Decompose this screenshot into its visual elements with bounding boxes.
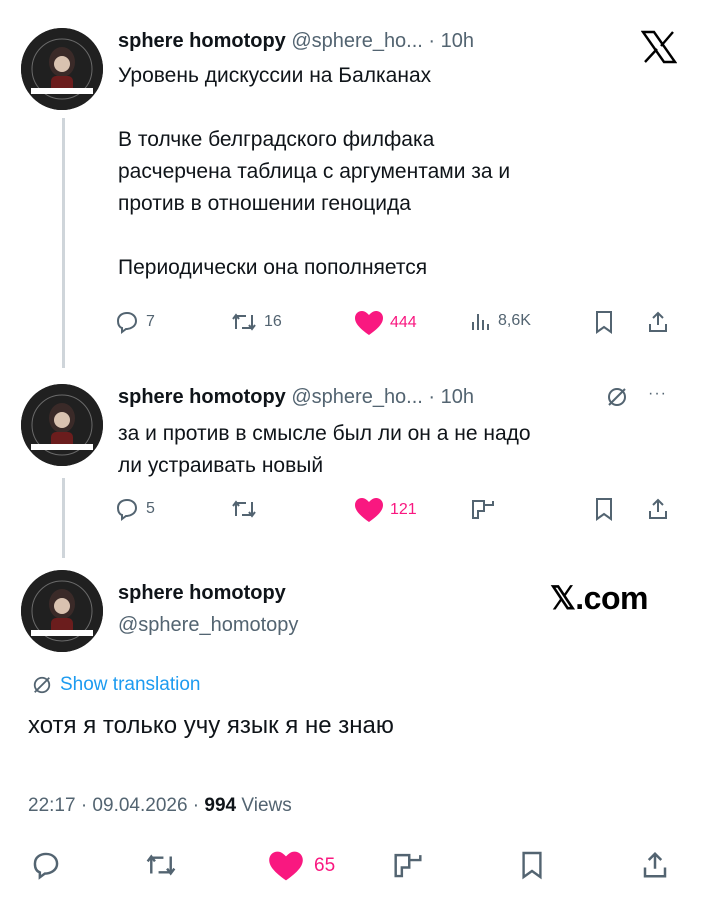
reply-icon xyxy=(116,498,138,521)
text-line: против в отношении геноцида xyxy=(118,192,411,215)
tweet-header: sphere homotopy @sphere_ho... · 10h xyxy=(118,386,474,409)
tweet-handle-line: @sphere_homotopy xyxy=(118,614,298,637)
reply-icon xyxy=(116,311,138,334)
bookmark-icon xyxy=(596,498,612,521)
bookmark-icon xyxy=(522,851,542,880)
tweet-actions: 7 16 444 8,6K xyxy=(114,310,684,340)
share-icon xyxy=(649,311,667,332)
text-line: Периодически она пополняется xyxy=(118,256,428,279)
repost-button[interactable]: 16 xyxy=(230,310,282,334)
share-icon xyxy=(649,498,667,519)
repost-button[interactable] xyxy=(230,497,258,521)
thread-line xyxy=(62,478,65,558)
tweet-text: Уровень дискуссии на Балканах В толчке б… xyxy=(118,60,510,284)
views-icon xyxy=(472,314,489,330)
reply-count: 5 xyxy=(146,500,155,517)
like-icon xyxy=(269,851,303,881)
repost-icon xyxy=(146,854,176,876)
text-line: В толчке белградского филфака xyxy=(118,128,435,151)
like-count: 65 xyxy=(314,855,336,876)
like-icon xyxy=(355,311,383,335)
grok-button[interactable] xyxy=(470,497,496,521)
reply-button[interactable] xyxy=(30,850,62,880)
reply-button[interactable]: 7 xyxy=(114,310,155,334)
repost-icon xyxy=(232,313,256,331)
views-label: Views xyxy=(236,795,292,816)
grok-icon xyxy=(394,853,422,878)
thread-line xyxy=(62,118,65,368)
reply-button[interactable]: 5 xyxy=(114,497,155,521)
grok-button[interactable] xyxy=(392,850,424,880)
share-button[interactable] xyxy=(646,497,670,521)
display-name[interactable]: sphere homotopy xyxy=(118,30,286,52)
timestamp[interactable]: · 10h xyxy=(428,30,474,52)
like-count: 444 xyxy=(390,314,417,331)
timestamp[interactable]: · 10h xyxy=(428,386,474,408)
reply-count: 7 xyxy=(146,313,155,330)
grok-icon xyxy=(472,500,494,519)
views-count: 994 xyxy=(204,795,237,816)
show-translation-link[interactable]: Show translation xyxy=(32,674,200,696)
text-line: расчерчена таблица с аргументами за и xyxy=(118,160,511,183)
display-name[interactable]: sphere homotopy xyxy=(118,582,286,604)
like-button[interactable]: 121 xyxy=(354,497,417,523)
translate-icon xyxy=(33,676,51,694)
reply-icon xyxy=(33,852,59,880)
repost-icon xyxy=(232,500,256,518)
tweet-header: sphere homotopy xyxy=(118,582,286,605)
more-icon[interactable]: ··· xyxy=(648,385,667,403)
bookmark-icon xyxy=(596,311,612,334)
repost-button[interactable] xyxy=(144,850,178,880)
like-count: 121 xyxy=(390,501,417,518)
grok-icon[interactable] xyxy=(606,386,628,413)
bookmark-button[interactable] xyxy=(520,850,544,880)
like-button[interactable]: 65 xyxy=(268,850,335,882)
like-button[interactable]: 444 xyxy=(354,310,417,336)
views-count: 8,6K xyxy=(498,312,531,329)
share-button[interactable] xyxy=(640,850,670,880)
avatar[interactable] xyxy=(21,384,103,466)
handle[interactable]: @sphere_homotopy xyxy=(118,614,298,636)
avatar[interactable] xyxy=(21,570,103,652)
tweet-actions: 5 121 xyxy=(114,497,684,527)
tweet-meta: 22:17 · 09.04.2026 · 994 Views xyxy=(28,795,292,817)
text-line: ли устраивать новый xyxy=(118,454,324,477)
timestamp[interactable]: 22:17 · 09.04.2026 · xyxy=(28,795,204,816)
bookmark-button[interactable] xyxy=(594,497,614,521)
x-logo-icon[interactable] xyxy=(640,30,678,69)
share-button[interactable] xyxy=(646,310,670,334)
tweet-text: хотя я только учу язык я не знаю xyxy=(28,712,394,739)
translation-label: Show translation xyxy=(60,674,201,695)
tweet-actions: 65 xyxy=(0,850,709,886)
brand-watermark: 𝕏.com xyxy=(550,580,648,616)
repost-count: 16 xyxy=(264,313,282,330)
avatar[interactable] xyxy=(21,28,103,110)
display-name[interactable]: sphere homotopy xyxy=(118,386,286,408)
text-line: Уровень дискуссии на Балканах xyxy=(118,64,432,87)
share-icon xyxy=(643,851,667,878)
handle[interactable]: @sphere_ho... xyxy=(291,386,423,408)
text-line: за и против в смысле был ли он а не надо xyxy=(118,422,531,445)
like-icon xyxy=(355,498,383,522)
handle[interactable]: @sphere_ho... xyxy=(291,30,423,52)
views-button[interactable]: 8,6K xyxy=(470,310,531,332)
bookmark-button[interactable] xyxy=(594,310,614,334)
tweet-text: за и против в смысле был ли он а не надо… xyxy=(118,418,531,482)
tweet-header: sphere homotopy @sphere_ho... · 10h xyxy=(118,30,474,53)
